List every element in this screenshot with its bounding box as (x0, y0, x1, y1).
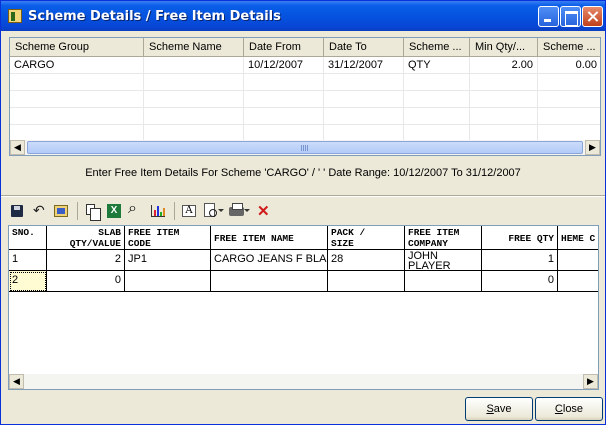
table-row[interactable]: 1 2 JP1 CARGO JEANS F BLA 28 JOHN PLAYER… (9, 250, 598, 271)
save-icon (11, 205, 23, 217)
copy-icon (86, 204, 101, 221)
excel-export-button[interactable]: X (104, 201, 124, 221)
minimize-button[interactable] (538, 6, 559, 27)
column-header-date-to[interactable]: Date To (324, 38, 404, 57)
close-window-button[interactable] (582, 6, 603, 27)
close-button[interactable]: Close (535, 397, 603, 421)
font-tool-button[interactable]: A (179, 201, 199, 221)
column-header-scheme-group[interactable]: Scheme Group (10, 38, 144, 57)
scroll-right-arrow[interactable]: ▶ (585, 140, 600, 155)
save-button[interactable]: Save (465, 397, 533, 421)
copy-tool-button[interactable] (82, 201, 102, 221)
column-header-scheme-name[interactable]: Scheme Name (144, 38, 244, 57)
scheme-details-window: Scheme Details / Free Item Details Schem… (0, 0, 606, 425)
print-icon (229, 203, 244, 216)
cell-scheme-group: CARGO (10, 57, 144, 74)
column-header-free-item-company[interactable]: FREE ITEM COMPANY (405, 226, 482, 250)
column-header-date-from[interactable]: Date From (244, 38, 324, 57)
cell-min-qty: 2.00 (470, 57, 538, 74)
save-tool-button[interactable] (7, 201, 27, 221)
cell-scheme-type: QTY (404, 57, 470, 74)
cell-scheme-name (144, 57, 244, 74)
cell-slab-qty-value[interactable]: 2 (47, 250, 125, 271)
delete-icon[interactable] (253, 201, 273, 221)
column-header-pack-size[interactable]: PACK / SIZE (328, 226, 405, 250)
scheme-grid[interactable]: Scheme Group Scheme Name Date From Date … (9, 37, 601, 156)
print-button[interactable] (227, 201, 250, 221)
scroll-right-arrow[interactable]: ▶ (583, 374, 598, 389)
toolbar-separator (174, 202, 175, 220)
table-row[interactable]: CARGO 10/12/2007 31/12/2007 QTY 2.00 0.0… (10, 57, 600, 74)
column-header-min-qty[interactable]: Min Qty/... (470, 38, 538, 57)
column-header-free-qty[interactable]: FREE QTY (482, 226, 558, 250)
column-header-scheme-value[interactable]: Scheme ... (538, 38, 600, 57)
chart-tool-button[interactable] (148, 201, 168, 221)
find-icon[interactable] (126, 200, 146, 221)
column-header-scheme-type[interactable]: Scheme ... (404, 38, 470, 57)
cell-free-item-name[interactable] (211, 271, 328, 292)
cell-free-item-code[interactable]: JP1 (125, 250, 211, 271)
empty-row (10, 108, 600, 125)
empty-row (10, 74, 600, 91)
toolbar: X A (7, 200, 275, 221)
cell-date-from: 10/12/2007 (244, 57, 324, 74)
cell-sno-current[interactable]: 2 (9, 271, 47, 292)
cell-free-item-name[interactable]: CARGO JEANS F BLA (211, 250, 328, 271)
free-item-grid-header: SNO. SLAB QTY/VALUE FREE ITEM CODE FREE IT… (9, 226, 598, 250)
cell-scheme[interactable] (558, 250, 598, 271)
scheme-info-text: Enter Free Item Details For Scheme 'CARG… (85, 167, 521, 179)
chart-icon (151, 205, 165, 217)
empty-row (10, 91, 600, 108)
cell-slab-qty-value[interactable]: 0 (47, 271, 125, 292)
window-tool-button[interactable] (51, 201, 71, 221)
maximize-button[interactable] (560, 6, 581, 27)
scroll-thumb[interactable] (27, 141, 583, 154)
window-icon (54, 205, 68, 217)
cell-free-qty[interactable]: 0 (482, 271, 558, 292)
free-item-grid-horizontal-scrollbar[interactable]: ◀ ▶ (9, 374, 598, 389)
cell-scheme[interactable] (558, 271, 598, 292)
scroll-left-arrow[interactable]: ◀ (9, 374, 24, 389)
scroll-left-arrow[interactable]: ◀ (10, 140, 25, 155)
cell-sno[interactable]: 1 (9, 250, 47, 271)
cell-free-item-company[interactable] (405, 271, 482, 292)
scheme-grid-header: Scheme Group Scheme Name Date From Date … (10, 38, 600, 57)
divider (1, 195, 605, 197)
cell-pack-size[interactable] (328, 271, 405, 292)
cell-free-item-code[interactable] (125, 271, 211, 292)
grip-icon (301, 145, 309, 151)
excel-icon: X (107, 204, 121, 218)
table-row[interactable]: 2 0 0 (9, 271, 598, 292)
cell-pack-size[interactable]: 28 (328, 250, 405, 271)
font-icon: A (182, 205, 196, 217)
column-header-slab-qty-value[interactable]: SLAB QTY/VALUE (47, 226, 125, 250)
window-title: Scheme Details / Free Item Details (28, 9, 281, 24)
free-item-grid[interactable]: SNO. SLAB QTY/VALUE FREE ITEM CODE FREE IT… (8, 225, 599, 390)
cell-free-item-company[interactable]: JOHN PLAYER (405, 250, 482, 271)
app-icon (8, 9, 22, 23)
print-preview-icon (204, 203, 217, 217)
column-header-free-item-name[interactable]: FREE ITEM NAME (211, 226, 328, 250)
chevron-down-icon[interactable] (244, 209, 250, 212)
undo-icon[interactable] (29, 201, 49, 221)
column-header-free-item-code[interactable]: FREE ITEM CODE (125, 226, 211, 250)
column-header-scheme-cut[interactable]: HEME C (558, 226, 598, 250)
cell-date-to: 31/12/2007 (324, 57, 404, 74)
chevron-down-icon[interactable] (218, 209, 224, 212)
toolbar-separator (77, 202, 78, 220)
cell-scheme-value: 0.00 (538, 57, 600, 74)
print-preview-button[interactable] (201, 201, 224, 221)
title-bar[interactable]: Scheme Details / Free Item Details (1, 1, 605, 31)
scheme-grid-horizontal-scrollbar[interactable]: ◀ ▶ (10, 140, 600, 155)
column-header-sno[interactable]: SNO. (9, 226, 47, 250)
cell-free-qty[interactable]: 1 (482, 250, 558, 271)
